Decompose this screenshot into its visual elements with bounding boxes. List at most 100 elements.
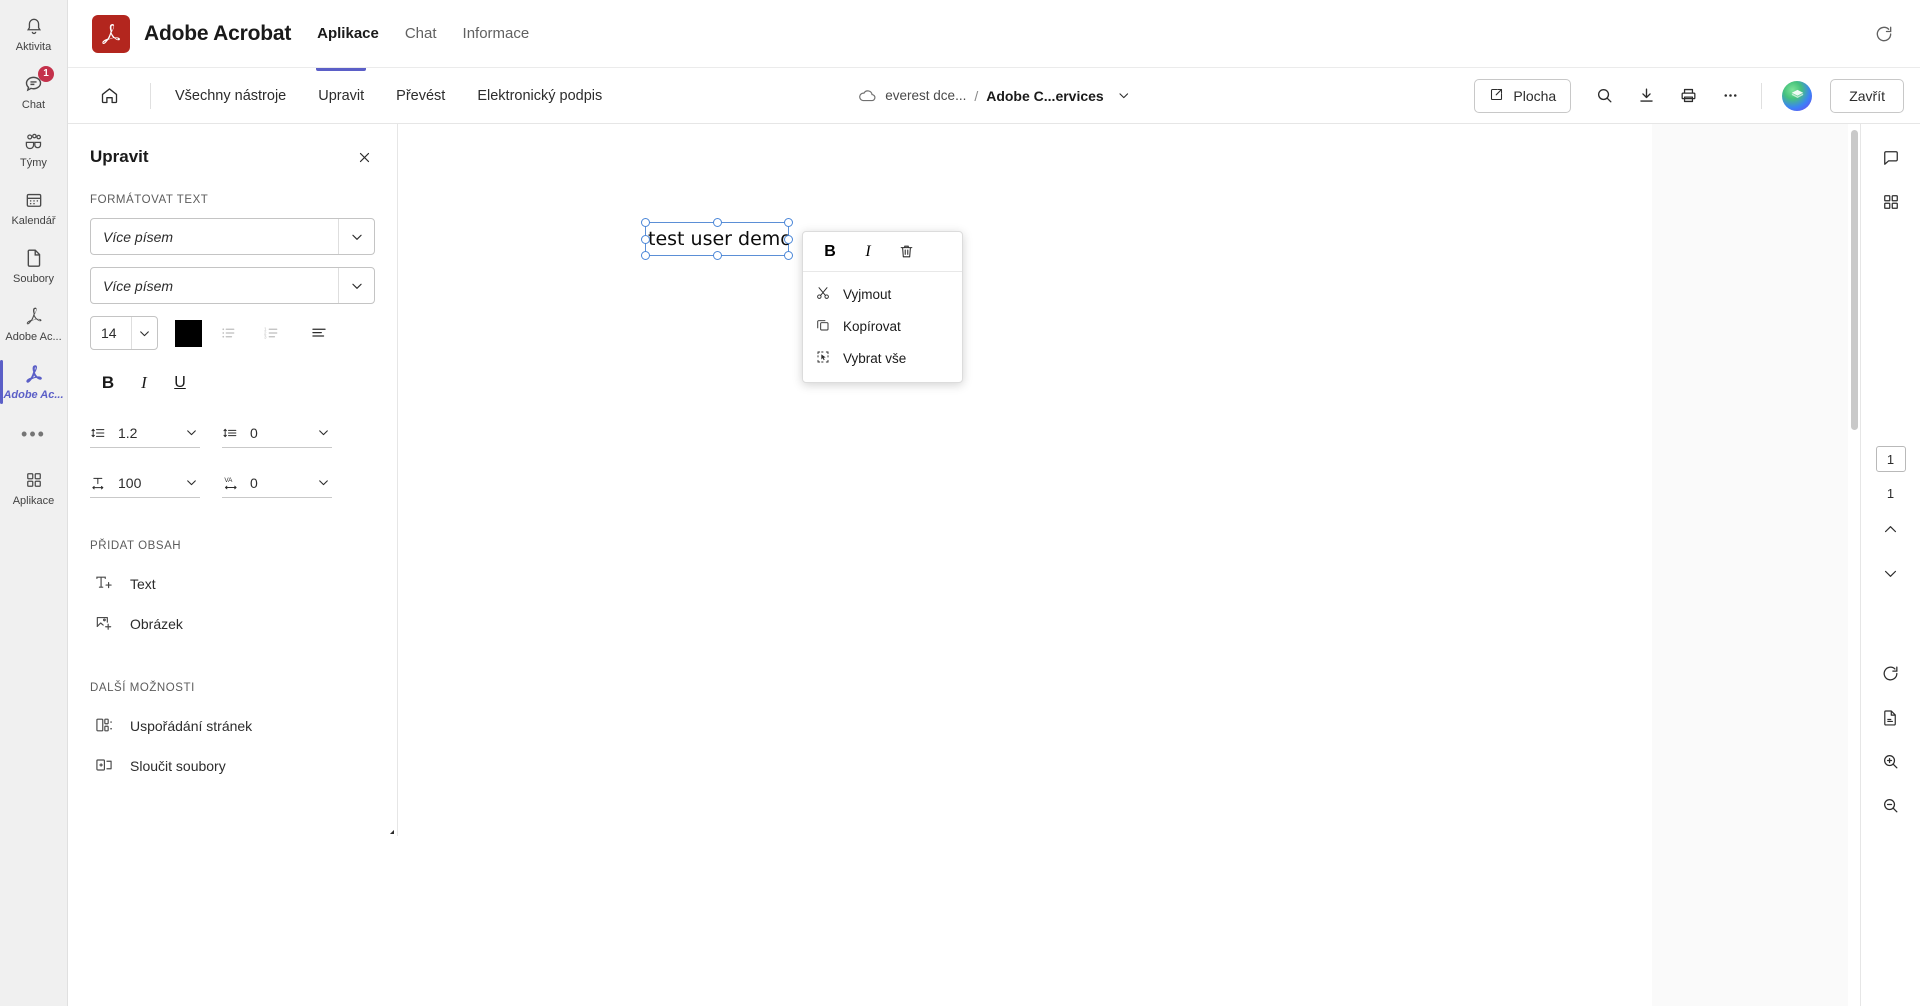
combine-files-item[interactable]: Sloučit soubory (90, 746, 375, 786)
underline-button[interactable]: U (162, 368, 198, 398)
chevron-down-icon (314, 426, 332, 439)
zoom-out-icon[interactable] (1871, 785, 1911, 825)
resize-handle-e[interactable] (784, 235, 793, 244)
paragraph-spacing-control[interactable]: 0 (222, 418, 332, 448)
resize-handle-se[interactable] (784, 251, 793, 260)
scrollbar-thumb[interactable] (1851, 130, 1858, 430)
resize-handle-w[interactable] (641, 235, 650, 244)
sidebar-item-label: Soubory (13, 272, 54, 285)
document-scrollbar[interactable] (1848, 124, 1860, 1006)
add-image-item[interactable]: Obrázek (90, 604, 375, 644)
add-image-icon (94, 613, 114, 636)
tool-tab-vsechny-nastroje[interactable]: Všechny nástroje (159, 68, 302, 124)
more-horizontal-icon[interactable] (1711, 77, 1749, 115)
pdf-page-surface[interactable]: test user demo B I Vyjmout Kopírovat Vyb… (398, 124, 1860, 1006)
resize-handle-n[interactable] (713, 218, 722, 227)
bulleted-list-icon[interactable] (211, 318, 394, 834)
trash-icon[interactable] (889, 237, 923, 267)
close-icon[interactable] (353, 146, 375, 168)
breadcrumb: everest dce... / Adobe C...ervices (857, 88, 1130, 104)
chevron-up-icon[interactable] (1871, 509, 1911, 549)
page-fit-icon[interactable] (1871, 697, 1911, 737)
tab-chat[interactable]: Chat (405, 25, 437, 42)
resize-handle-nw[interactable] (641, 218, 650, 227)
sidebar-item-adobe-acrobat-2[interactable]: Adobe Ac... (0, 354, 68, 410)
paragraph-spacing-value: 0 (250, 424, 258, 441)
context-bold-button[interactable]: B (813, 237, 847, 267)
breadcrumb-folder[interactable]: everest dce... (885, 88, 966, 103)
align-left-icon[interactable] (302, 318, 394, 834)
acrobat-icon (24, 305, 44, 327)
chevron-down-icon (182, 476, 200, 489)
sidebar-item-label: Aktivita (15, 40, 52, 53)
refresh-icon[interactable] (1866, 16, 1902, 52)
zoom-in-icon[interactable] (1871, 741, 1911, 781)
add-text-item[interactable]: Text (90, 564, 375, 604)
download-icon[interactable] (1627, 77, 1665, 115)
tracking-control[interactable]: VA 0 (222, 468, 332, 498)
text-color-swatch[interactable] (175, 319, 202, 347)
sidebar-item-aplikace[interactable]: Aplikace (0, 460, 68, 516)
files-icon (24, 247, 43, 269)
line-spacing-control[interactable]: 1.2 (90, 418, 200, 448)
tracking-icon: VA (222, 474, 242, 491)
close-button[interactable]: Zavřít (1830, 78, 1904, 113)
current-page-input[interactable]: 1 (1875, 446, 1906, 472)
context-menu-item-kopirovat[interactable]: Kopírovat (803, 310, 962, 342)
sidebar-item-soubory[interactable]: Soubory (0, 238, 68, 294)
total-pages-label: 1 (1886, 486, 1895, 501)
sidebar-item-adobe-acrobat-1[interactable]: Adobe Ac... (0, 296, 68, 352)
chevron-down-icon[interactable] (1118, 89, 1131, 102)
search-icon[interactable] (1585, 77, 1623, 115)
section-label-more-options: DALŠÍ MOŽNOSTI (90, 682, 195, 694)
sidebar-item-kalendar[interactable]: Kalendář (0, 180, 68, 236)
thumbnails-panel-icon[interactable] (1871, 182, 1911, 222)
print-icon[interactable] (1669, 77, 1707, 115)
acrobat-icon (24, 363, 44, 385)
tool-tab-prevest[interactable]: Převést (380, 68, 461, 124)
horizontal-scale-value: 100 (118, 474, 142, 491)
context-menu-item-label: Vyjmout (843, 286, 892, 302)
rotate-icon[interactable] (1871, 653, 1911, 693)
home-icon[interactable] (86, 73, 132, 119)
italic-button[interactable]: I (126, 368, 162, 398)
sidebar-item-tymy[interactable]: Týmy (0, 122, 68, 178)
organize-pages-item[interactable]: Uspořádání stránek (90, 706, 375, 746)
tab-aplikace[interactable]: Aplikace (317, 25, 379, 42)
selected-text-box[interactable]: test user demo (641, 218, 793, 260)
avatar[interactable] (1782, 80, 1813, 111)
font-size-select[interactable]: 14 (90, 316, 158, 350)
tool-tab-elektronicky-podpis[interactable]: Elektronický podpis (461, 68, 618, 124)
toolbar-right-actions: Plocha Zavřít (1474, 77, 1904, 115)
sidebar-item-aktivita[interactable]: Aktivita (0, 6, 68, 62)
bold-button[interactable]: B (90, 368, 126, 398)
desktop-button[interactable]: Plocha (1474, 78, 1572, 113)
sidebar-item-label: Chat (21, 98, 46, 111)
bell-icon (24, 15, 44, 37)
numbered-list-icon[interactable]: 1 2 3 (254, 318, 394, 834)
tab-informace[interactable]: Informace (463, 25, 530, 42)
comment-panel-icon[interactable] (1871, 138, 1911, 178)
font-family-select[interactable]: Více písem (90, 218, 375, 255)
tool-tab-upravit[interactable]: Upravit (302, 67, 380, 124)
context-menu-item-vybrat-vse[interactable]: Vybrat vše (803, 342, 962, 374)
resize-handle-ne[interactable] (784, 218, 793, 227)
context-italic-button[interactable]: I (851, 237, 885, 267)
line-spacing-value: 1.2 (118, 424, 138, 441)
sidebar-item-label: Adobe Ac... (5, 330, 62, 343)
calendar-icon (24, 189, 44, 211)
sidebar-item-chat[interactable]: 1 Chat (0, 64, 68, 120)
section-label-add-content: PŘIDAT OBSAH (90, 540, 182, 552)
line-spacing-icon (90, 425, 110, 441)
sidebar-more-button[interactable]: ••• (21, 412, 46, 456)
resize-handle-s[interactable] (713, 251, 722, 260)
document-canvas[interactable]: test user demo B I Vyjmout Kopírovat Vyb… (398, 124, 1860, 1006)
cut-icon (815, 285, 831, 304)
horizontal-scale-control[interactable]: 100 (90, 468, 200, 498)
resize-handle-sw[interactable] (641, 251, 650, 260)
open-external-icon (1489, 87, 1504, 105)
chevron-down-icon[interactable] (1871, 553, 1911, 593)
chat-unread-badge: 1 (38, 65, 54, 82)
context-menu-item-vyjmout[interactable]: Vyjmout (803, 278, 962, 310)
font-style-select[interactable]: Více písem (90, 267, 375, 304)
